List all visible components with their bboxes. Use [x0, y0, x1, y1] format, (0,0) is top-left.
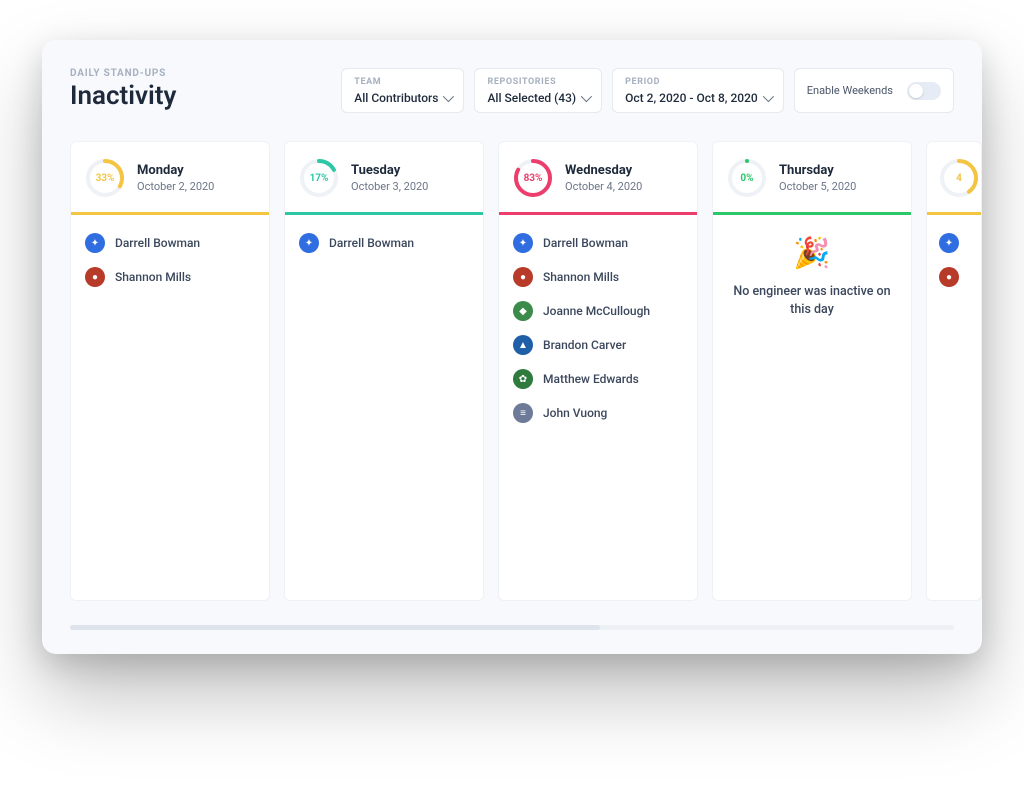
chevron-down-icon	[443, 91, 454, 102]
period-filter-text: Oct 2, 2020 - Oct 8, 2020	[625, 91, 758, 105]
progress-ring-icon: 17%	[299, 158, 339, 198]
period-filter[interactable]: PERIOD Oct 2, 2020 - Oct 8, 2020	[612, 68, 784, 113]
title-block: DAILY STAND-UPS Inactivity	[70, 68, 341, 111]
day-card-header: 33% Monday October 2, 2020	[71, 142, 269, 212]
day-date: October 4, 2020	[565, 180, 642, 193]
person-row[interactable]: ✦ Darrell Bowman	[513, 233, 683, 253]
day-name: Monday	[137, 163, 214, 178]
person-row[interactable]: ≡ John Vuong	[513, 403, 683, 423]
person-name: John Vuong	[543, 406, 607, 420]
day-date: October 5, 2020	[779, 180, 856, 193]
avatar: ✦	[939, 233, 959, 253]
empty-state: 🎉 No engineer was inactive on this day	[713, 215, 911, 318]
day-card[interactable]: 17% Tuesday October 3, 2020 ✦ Darrell Bowman	[284, 141, 484, 601]
avatar: ●	[513, 267, 533, 287]
filter-value: All Selected (43)	[487, 91, 589, 105]
repos-filter-text: All Selected (43)	[487, 91, 576, 105]
person-name: Matthew Edwards	[543, 372, 639, 386]
app-window: DAILY STAND-UPS Inactivity TEAM All Cont…	[42, 40, 982, 654]
person-row[interactable]: ✦ Darrell Bowman	[85, 233, 255, 253]
day-card-header: 4	[927, 142, 981, 212]
avatar: ●	[85, 267, 105, 287]
progress-ring-icon: 0%	[727, 158, 767, 198]
progress-ring-icon: 83%	[513, 158, 553, 198]
filter-value: Oct 2, 2020 - Oct 8, 2020	[625, 91, 771, 105]
day-card[interactable]: 0% Thursday October 5, 2020 🎉 No engineer wa…	[712, 141, 912, 601]
weekends-toggle[interactable]	[907, 82, 941, 100]
people-list: ✦ Darrell Bowman ● Shannon Mills	[71, 215, 269, 305]
progress-pct: 17%	[299, 158, 339, 198]
person-row[interactable]: ✦ Darrell Bowman	[299, 233, 469, 253]
avatar: ●	[939, 267, 959, 287]
people-list: ✦●	[927, 215, 981, 287]
filter-value: All Contributors	[354, 91, 451, 105]
horizontal-scrollbar[interactable]	[70, 625, 954, 630]
day-title-block: Tuesday October 3, 2020	[351, 163, 428, 193]
filter-label: PERIOD	[625, 77, 771, 87]
progress-pct: 4	[939, 158, 979, 198]
page-header: DAILY STAND-UPS Inactivity TEAM All Cont…	[70, 68, 982, 113]
team-filter-text: All Contributors	[354, 91, 438, 105]
progress-ring-icon: 33%	[85, 158, 125, 198]
person-row[interactable]: ● Shannon Mills	[513, 267, 683, 287]
person-row[interactable]: ✿ Matthew Edwards	[513, 369, 683, 389]
progress-pct: 0%	[727, 158, 767, 198]
avatar: ◆	[513, 301, 533, 321]
repositories-filter[interactable]: REPOSITORIES All Selected (43)	[474, 68, 602, 113]
day-date: October 2, 2020	[137, 180, 214, 193]
day-card-header: 17% Tuesday October 3, 2020	[285, 142, 483, 212]
day-card[interactable]: 33% Monday October 2, 2020 ✦ Darrell Bowman ●…	[70, 141, 270, 601]
day-title-block: Monday October 2, 2020	[137, 163, 214, 193]
day-date: October 3, 2020	[351, 180, 428, 193]
day-card-header: 0% Thursday October 5, 2020	[713, 142, 911, 212]
day-cards-row: 33% Monday October 2, 2020 ✦ Darrell Bowman ●…	[70, 141, 982, 609]
person-row[interactable]: ◆ Joanne McCullough	[513, 301, 683, 321]
weekends-toggle-box: Enable Weekends	[794, 68, 954, 113]
day-name: Tuesday	[351, 163, 428, 178]
progress-ring-icon: 4	[939, 158, 979, 198]
chevron-down-icon	[763, 91, 774, 102]
avatar: ✿	[513, 369, 533, 389]
people-list: ✦ Darrell Bowman ● Shannon Mills ◆ Joanne McC…	[499, 215, 697, 441]
avatar: ✦	[513, 233, 533, 253]
day-title-block: Thursday October 5, 2020	[779, 163, 856, 193]
people-list: ✦ Darrell Bowman	[285, 215, 483, 271]
person-row[interactable]: ▲ Brandon Carver	[513, 335, 683, 355]
avatar: ✦	[85, 233, 105, 253]
filters-bar: TEAM All Contributors REPOSITORIES All S…	[341, 68, 954, 113]
chevron-down-icon	[581, 91, 592, 102]
weekends-toggle-label: Enable Weekends	[807, 84, 893, 98]
avatar: ▲	[513, 335, 533, 355]
day-name: Thursday	[779, 163, 856, 178]
person-name: Brandon Carver	[543, 338, 626, 352]
avatar: ✦	[299, 233, 319, 253]
team-filter[interactable]: TEAM All Contributors	[341, 68, 464, 113]
day-name: Wednesday	[565, 163, 642, 178]
person-row[interactable]: ●	[939, 267, 981, 287]
progress-pct: 83%	[513, 158, 553, 198]
person-name: Darrell Bowman	[115, 236, 200, 250]
avatar: ≡	[513, 403, 533, 423]
day-card-partial[interactable]: 4✦●	[926, 141, 982, 601]
party-icon: 🎉	[731, 239, 893, 269]
breadcrumb: DAILY STAND-UPS	[70, 68, 341, 79]
empty-message: No engineer was inactive on this day	[731, 283, 893, 318]
person-name: Shannon Mills	[543, 270, 619, 284]
person-name: Darrell Bowman	[543, 236, 628, 250]
filter-label: TEAM	[354, 77, 451, 87]
day-card[interactable]: 83% Wednesday October 4, 2020 ✦ Darrell Bowm…	[498, 141, 698, 601]
person-row[interactable]: ✦	[939, 233, 981, 253]
day-title-block: Wednesday October 4, 2020	[565, 163, 642, 193]
day-card-header: 83% Wednesday October 4, 2020	[499, 142, 697, 212]
person-name: Joanne McCullough	[543, 304, 650, 318]
scrollbar-thumb[interactable]	[70, 625, 600, 630]
person-name: Darrell Bowman	[329, 236, 414, 250]
person-row[interactable]: ● Shannon Mills	[85, 267, 255, 287]
progress-pct: 33%	[85, 158, 125, 198]
page-title: Inactivity	[70, 81, 341, 111]
filter-label: REPOSITORIES	[487, 77, 589, 87]
person-name: Shannon Mills	[115, 270, 191, 284]
